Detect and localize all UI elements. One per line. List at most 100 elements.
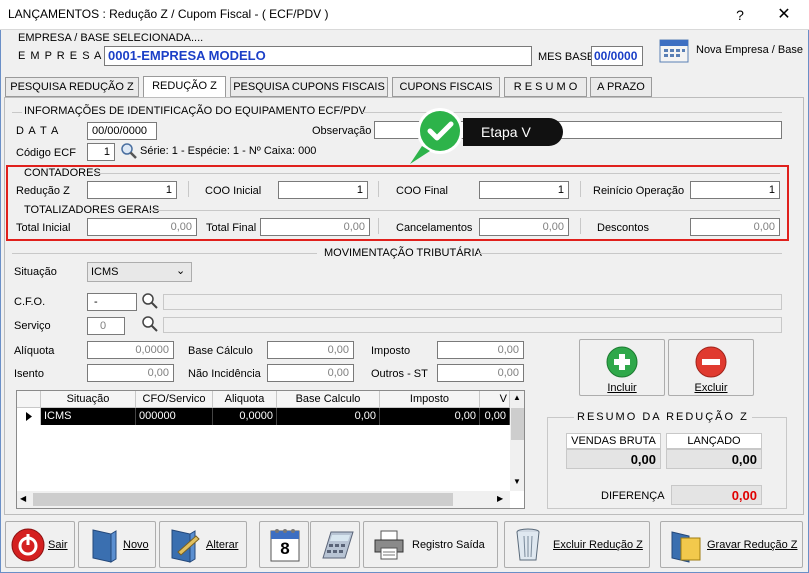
nao-incidencia-field[interactable]: 0,00 [267,364,354,382]
imposto-field[interactable]: 0,00 [437,341,524,359]
row-indicator-icon [17,408,41,425]
scroll-left-icon[interactable]: ◀ [20,494,26,503]
table-row[interactable]: ICMS 000000 0,0000 0,00 0,00 0,00 [41,408,510,425]
grid-cell: 0,00 [277,408,380,425]
alterar-button[interactable]: Alterar [159,521,247,568]
excluir-button[interactable]: Excluir [668,339,754,396]
data-label: D A T A [16,125,60,137]
outros-st-field[interactable]: 0,00 [437,364,524,382]
help-button[interactable]: ? [720,0,760,30]
grid-cell: 0,00 [480,408,510,425]
search-icon[interactable] [120,142,138,160]
sair-label: Sair [48,539,68,551]
scroll-down-icon[interactable]: ▼ [513,477,521,486]
total-final-label: Total Final [206,222,257,234]
grid-vscrollbar[interactable]: ▲ ▼ [510,391,524,491]
isento-field[interactable]: 0,00 [87,364,174,382]
aliquota-label: Alíquota [14,345,55,357]
outros-st-label: Outros - ST [371,368,428,380]
calendar-button[interactable]: 8 [259,521,309,568]
situacao-value: ICMS [91,266,119,278]
cfo-label: C.F.O. [14,296,46,308]
callout-label: Etapa V [463,118,563,146]
close-button[interactable]: ✕ [762,0,806,30]
nova-empresa-icon[interactable] [658,37,692,65]
situacao-label: Situação [14,266,57,278]
base-calculo-field[interactable]: 0,00 [267,341,354,359]
tab-resumo[interactable]: R E S U M O [504,77,587,97]
vendas-bruta-label: VENDAS BRUTA [566,433,661,449]
contadores-header: CONTADORES [24,167,101,179]
printer-icon [372,528,406,562]
excluir-label: Excluir [694,382,728,394]
observacao-label: Observação [312,125,372,137]
plus-icon [605,345,639,379]
movimentacao-grid: Situação CFO/Servico Aliquota Base Calcu… [16,390,525,509]
grid-header[interactable]: Aliquota [213,391,277,408]
coo-final-field[interactable]: 1 [479,181,569,199]
novo-label: Novo [123,539,149,551]
total-inicial-label: Total Inicial [16,222,71,234]
scroll-thumb[interactable] [33,493,453,506]
grid-header[interactable]: CFO/Servico [136,391,213,408]
vendas-bruta-value: 0,00 [566,449,661,469]
identificacao-header: INFORMAÇÕES DE IDENTIFICAÇÃO DO EQUIPAME… [24,105,366,117]
calendar-day: 8 [280,539,290,558]
grid-header[interactable]: Situação [41,391,136,408]
grid-hscrollbar[interactable]: ◀ ▶ [17,491,510,508]
resumo-header: RESUMO DA REDUÇÃO Z [574,411,752,423]
incluir-button[interactable]: Incluir [579,339,665,396]
scroll-thumb[interactable] [511,408,524,440]
search-icon[interactable] [141,315,159,333]
servico-description [163,317,782,333]
diferenca-value: 0,00 [671,485,762,505]
reducao-z-field[interactable]: 1 [87,181,177,199]
scroll-right-icon[interactable]: ▶ [497,494,503,503]
excluir-reducao-label: Excluir Redução Z [553,539,643,551]
reducao-z-label: Redução Z [16,185,70,197]
calculator-button[interactable] [310,521,360,568]
reinicio-operacao-field[interactable]: 1 [690,181,780,199]
servico-field[interactable]: 0 [87,317,125,335]
reinicio-operacao-label: Reinício Operação [593,185,685,197]
coo-inicial-field[interactable]: 1 [278,181,368,199]
gravar-reducao-button[interactable]: Gravar Redução Z [660,521,803,568]
novo-button[interactable]: Novo [78,521,156,568]
empresa-header: EMPRESA / BASE SELECIONADA.... [18,32,204,44]
grid-cell: ICMS [41,408,136,425]
book-icon [89,526,119,564]
tab-pesquisa-reducao-z[interactable]: PESQUISA REDUÇÃO Z [5,77,139,97]
isento-label: Isento [14,368,44,380]
gravar-reducao-label: Gravar Redução Z [707,539,798,551]
grid-header[interactable]: Base Calculo [277,391,380,408]
minus-icon [694,345,728,379]
scroll-up-icon[interactable]: ▲ [513,393,521,402]
coo-final-label: COO Final [396,185,448,197]
grid-header[interactable]: V [480,391,510,408]
folder-book-icon [669,526,703,564]
empresa-field: 0001-EMPRESA MODELO [104,46,532,66]
totalizadores-header: TOTALIZADORES GERAIS [24,204,160,216]
grid-cell: 0,0000 [213,408,277,425]
sair-button[interactable]: Sair [5,521,75,568]
tab-cupons-fiscais[interactable]: CUPONS FISCAIS [392,77,500,97]
cfo-field[interactable]: - [87,293,137,311]
grid-header[interactable]: Imposto [380,391,480,408]
tab-a-prazo[interactable]: A PRAZO [590,77,652,97]
cancelamentos-field: 0,00 [479,218,569,236]
excluir-reducao-button[interactable]: Excluir Redução Z [504,521,650,568]
data-field[interactable]: 00/00/0000 [87,122,157,140]
tab-pesquisa-cupons-fiscais[interactable]: PESQUISA CUPONS FISCAIS [230,77,388,97]
search-icon[interactable] [141,292,159,310]
tab-reducao-z[interactable]: REDUÇÃO Z [143,76,226,98]
edit-book-icon [168,526,202,564]
cfo-description [163,294,782,310]
situacao-select[interactable]: ICMS ⌄ [87,262,192,282]
nova-empresa-button[interactable]: Nova Empresa / Base [696,44,803,56]
title-bar: LANÇAMENTOS : Redução Z / Cupom Fiscal -… [0,0,809,30]
aliquota-field[interactable]: 0,0000 [87,341,174,359]
mes-base-field: 00/0000 [591,46,643,66]
registro-saida-button[interactable]: Registro Saída [363,521,498,568]
codigo-ecf-field[interactable]: 1 [87,143,115,161]
cancelamentos-label: Cancelamentos [396,222,473,234]
